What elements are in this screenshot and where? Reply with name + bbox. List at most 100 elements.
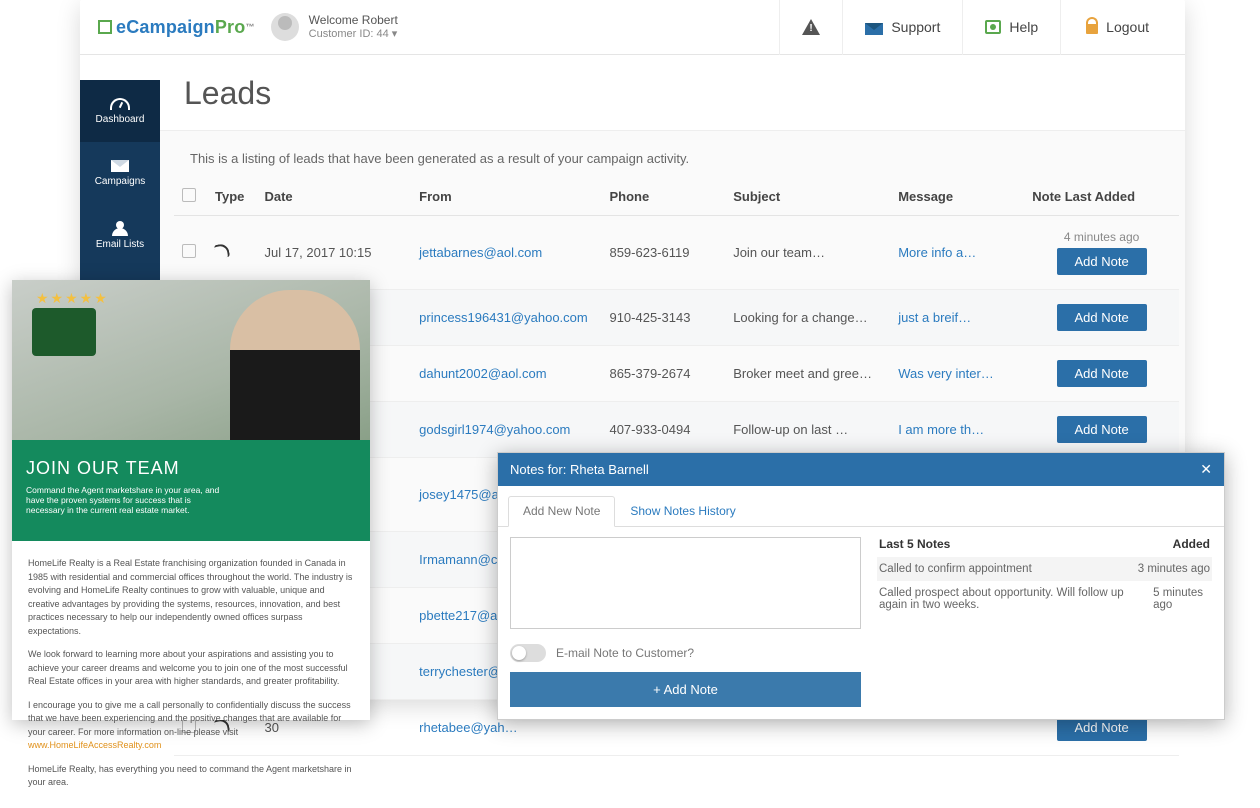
cell-phone: 407-933-0494 — [601, 402, 725, 458]
sidebar-item-email-lists[interactable]: Email Lists — [80, 204, 160, 266]
sidebar-label-campaigns: Campaigns — [95, 176, 146, 187]
cell-phone: 910-425-3143 — [601, 290, 725, 346]
user-avatar[interactable] — [271, 13, 299, 41]
stars-icon: ★★★★★ — [36, 290, 109, 307]
welcome-block: Welcome Robert Customer ID: 44 ▾ — [309, 13, 398, 42]
flyer-p1: HomeLife Realty is a Real Estate franchi… — [28, 557, 354, 638]
email-note-row: E-mail Note to Customer? — [510, 644, 861, 662]
note-text: Called prospect about opportunity. Will … — [879, 587, 1153, 611]
logout-button[interactable]: Logout — [1060, 0, 1171, 55]
top-nav: Support Help Logout — [779, 0, 1171, 55]
note-row: Called prospect about opportunity. Will … — [877, 581, 1212, 617]
medkit-icon — [985, 20, 1001, 34]
cell-subject: Broker meet and gree… — [725, 346, 890, 402]
col-header-date[interactable]: Date — [256, 174, 411, 216]
col-header-type[interactable]: Type — [207, 174, 256, 216]
help-label: Help — [1009, 19, 1038, 35]
flyer-subhead: Command the Agent marketshare in your ar… — [26, 485, 226, 515]
logo-tm: ™ — [245, 22, 254, 32]
col-header-from[interactable]: From — [411, 174, 601, 216]
dashboard-icon — [110, 98, 130, 110]
note-textarea[interactable] — [510, 537, 861, 629]
support-button[interactable]: Support — [842, 0, 962, 55]
cell-message-link[interactable]: More info a… — [898, 245, 976, 260]
sidebar-item-campaigns[interactable]: Campaigns — [80, 142, 160, 204]
dialog-title: Notes for: Rheta Barnell — [510, 462, 649, 477]
page-title: Leads — [160, 55, 1185, 131]
sidebar-item-dashboard[interactable]: Dashboard — [80, 80, 160, 142]
add-note-row-button[interactable]: Add Note — [1057, 360, 1147, 387]
warning-icon — [802, 19, 820, 35]
campaigns-icon — [111, 160, 129, 172]
cell-note: Add Note — [1024, 402, 1179, 458]
col-header-phone[interactable]: Phone — [601, 174, 725, 216]
add-note-button[interactable]: + Add Note — [510, 672, 861, 707]
note-time: 4 minutes ago — [1032, 230, 1171, 244]
cell-from-link[interactable]: jettabarnes@aol.com — [419, 245, 542, 260]
col-header-note[interactable]: Note Last Added — [1024, 174, 1179, 216]
notes-dialog: Notes for: Rheta Barnell ✕ Add New Note … — [497, 452, 1225, 720]
cell-message-link[interactable]: just a breif… — [898, 310, 971, 325]
select-all-checkbox[interactable] — [182, 188, 196, 202]
flyer-body: HomeLife Realty is a Real Estate franchi… — [12, 541, 370, 808]
topbar: e Campaign Pro ™ Welcome Robert Customer… — [80, 0, 1185, 55]
cell-note: Add Note — [1024, 346, 1179, 402]
added-label: Added — [1173, 537, 1210, 551]
help-button[interactable]: Help — [962, 0, 1060, 55]
phone-icon — [214, 243, 230, 259]
last5-label: Last 5 Notes — [879, 537, 950, 551]
table-row[interactable]: Jul 17, 2017 10:15 jettabarnes@aol.com 859… — [174, 216, 1179, 290]
tab-add-note[interactable]: Add New Note — [508, 496, 615, 527]
cell-phone: 859-623-6119 — [601, 216, 725, 290]
logo[interactable]: e Campaign Pro ™ — [98, 17, 255, 38]
support-label: Support — [891, 19, 940, 35]
note-text: Called to confirm appointment — [879, 563, 1032, 575]
tab-notes-history[interactable]: Show Notes History — [615, 496, 750, 526]
flyer-preview: ★★★★★ JOIN OUR TEAM Command the Agent ma… — [12, 280, 370, 720]
email-note-label: E-mail Note to Customer? — [556, 646, 694, 660]
customer-id[interactable]: Customer ID: 44 ▾ — [309, 28, 398, 42]
cell-from-link[interactable]: godsgirl1974@yahoo.com — [419, 422, 570, 437]
cell-subject: Join our team… — [725, 216, 890, 290]
add-note-row-button[interactable]: Add Note — [1057, 304, 1147, 331]
dialog-header: Notes for: Rheta Barnell ✕ — [498, 453, 1224, 486]
logo-text-e: e — [116, 17, 126, 38]
users-icon — [110, 221, 130, 235]
cell-message-link[interactable]: I am more th… — [898, 422, 984, 437]
logout-label: Logout — [1106, 19, 1149, 35]
envelope-icon — [865, 23, 883, 35]
dialog-right: Last 5 Notes Added Called to confirm app… — [877, 537, 1212, 707]
col-header-message[interactable]: Message — [890, 174, 1024, 216]
flyer-p3: I encourage you to give me a call person… — [28, 699, 354, 753]
col-header-subject[interactable]: Subject — [725, 174, 890, 216]
page-intro: This is a listing of leads that have bee… — [160, 131, 1185, 174]
note-row: Called to confirm appointment 3 minutes a… — [877, 557, 1212, 581]
add-note-row-button[interactable]: Add Note — [1057, 416, 1147, 443]
dialog-tabs: Add New Note Show Notes History — [498, 486, 1224, 527]
row-checkbox[interactable] — [182, 244, 196, 258]
flyer-link[interactable]: www.HomeLifeAccessRealty.com — [28, 740, 161, 750]
cell-note: 4 minutes ago Add Note — [1024, 216, 1179, 290]
cell-note: Add Note — [1024, 290, 1179, 346]
logo-mark-icon — [98, 20, 112, 34]
cell-date: Jul 17, 2017 10:15 — [256, 216, 411, 290]
cell-subject: Looking for a change… — [725, 290, 890, 346]
cell-from-link[interactable]: princess196431@yahoo.com — [419, 310, 588, 325]
logo-text-campaign: Campaign — [126, 17, 215, 38]
dialog-close-button[interactable]: ✕ — [1200, 461, 1212, 478]
welcome-name: Welcome Robert — [309, 13, 398, 28]
alerts-button[interactable] — [779, 0, 842, 55]
logo-text-pro: Pro — [215, 17, 246, 38]
sidebar-label-dashboard: Dashboard — [96, 114, 145, 125]
add-note-row-button[interactable]: Add Note — [1057, 248, 1147, 275]
dialog-body: E-mail Note to Customer? + Add Note Last… — [498, 527, 1224, 717]
cell-phone: 865-379-2674 — [601, 346, 725, 402]
cell-from-link[interactable]: rhetabee@yah… — [419, 720, 517, 735]
note-age: 5 minutes ago — [1153, 587, 1210, 611]
email-note-toggle[interactable] — [510, 644, 546, 662]
dialog-left: E-mail Note to Customer? + Add Note — [510, 537, 861, 707]
cell-message-link[interactable]: Was very inter… — [898, 366, 994, 381]
flyer-p2: We look forward to learning more about y… — [28, 648, 354, 689]
cell-from-link[interactable]: dahunt2002@aol.com — [419, 366, 546, 381]
note-age: 3 minutes ago — [1138, 563, 1210, 575]
